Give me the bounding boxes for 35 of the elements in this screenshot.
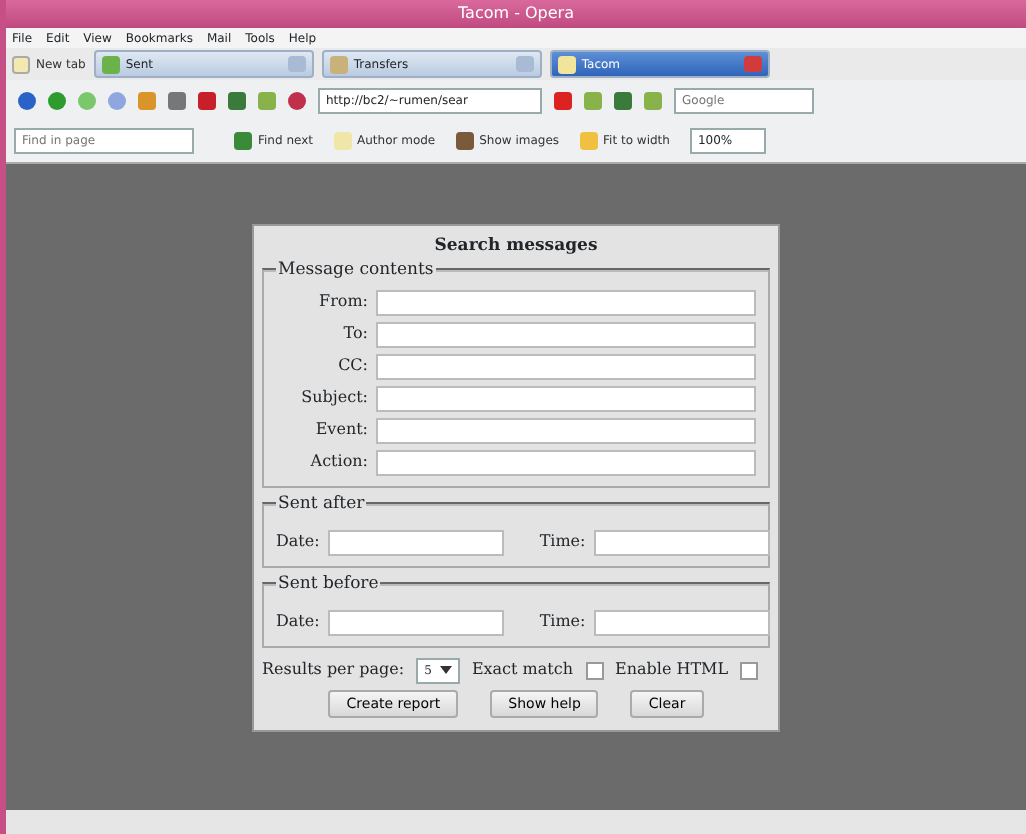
input-field[interactable] [376, 321, 756, 348]
tab-icon [329, 55, 348, 73]
input-field[interactable] [376, 417, 756, 444]
input-field[interactable] [376, 289, 756, 316]
input-field[interactable] [376, 449, 756, 476]
field-label: To: [341, 322, 368, 347]
field-label: Time: [539, 610, 586, 635]
group-legend: Sent before [276, 573, 381, 596]
field-label: Event: [313, 418, 368, 443]
field-label: Time: [539, 530, 586, 555]
caret-icon [439, 666, 452, 675]
input-field[interactable] [376, 385, 756, 412]
field-label: CC: [336, 354, 368, 379]
input-field[interactable] [327, 609, 504, 636]
checkbox[interactable] [740, 661, 759, 680]
field-label: Date: [276, 610, 320, 635]
tab-icon [557, 55, 576, 73]
field-label: Results per page: [262, 658, 405, 683]
tab-icon [101, 55, 120, 73]
input-field[interactable] [593, 529, 770, 556]
input-field[interactable] [593, 609, 770, 636]
group-legend: Message contents [276, 259, 436, 282]
input-field[interactable] [327, 529, 504, 556]
field-label: Subject: [299, 386, 368, 411]
checkbox[interactable] [585, 661, 603, 680]
field-label: From: [317, 290, 368, 315]
window-title: Tacom - Opera [6, 0, 1026, 28]
field-label: Date: [276, 530, 320, 555]
option-label: Exact match [471, 658, 573, 683]
page-icon [12, 55, 30, 73]
field-label: Action: [308, 450, 368, 475]
option-label: Enable HTML [615, 658, 729, 683]
input-field[interactable] [376, 353, 756, 380]
group-legend: Sent after [276, 493, 367, 516]
form-title: Search messages [432, 234, 600, 260]
